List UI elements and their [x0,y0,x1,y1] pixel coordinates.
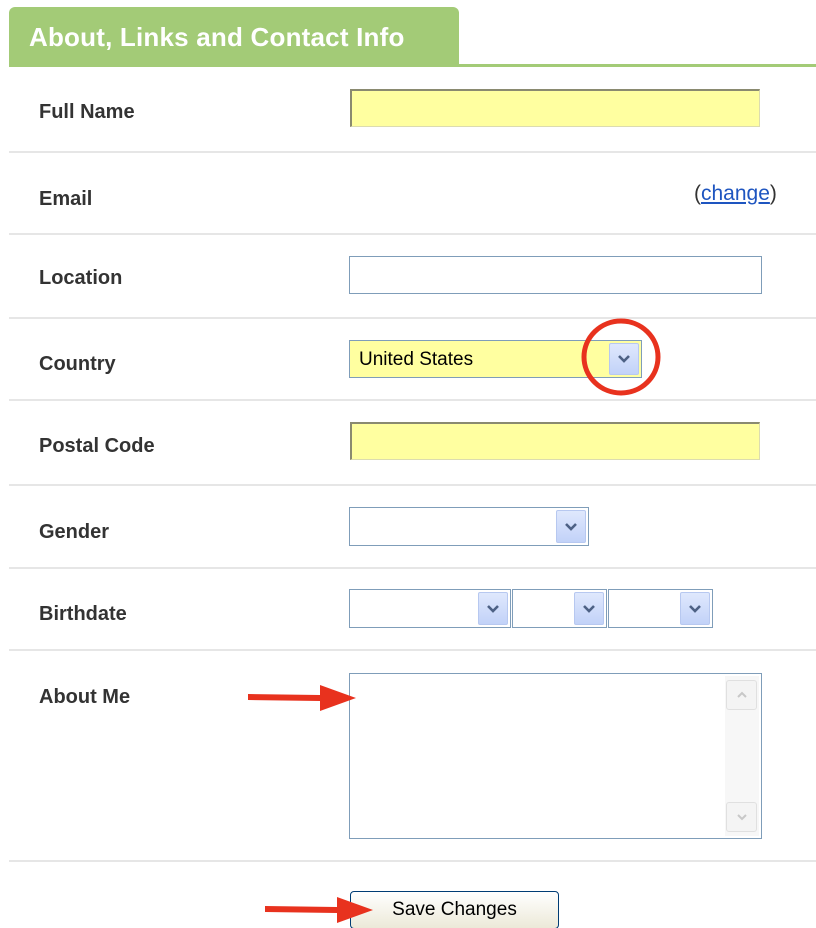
save-changes-button[interactable]: Save Changes [350,891,559,928]
chevron-down-icon [583,604,595,613]
red-circle-annotation [581,318,661,396]
email-change-link[interactable]: change [701,182,770,205]
birth-day-dropdown-button[interactable] [574,592,604,625]
section-tab-title: About, Links and Contact Info [29,22,405,52]
postal-code-label: Postal Code [39,435,155,457]
profile-edit-page: About, Links and Contact Info Full Name … [0,0,816,928]
row-divider [9,649,816,651]
email-label: Email [39,188,93,210]
birth-month-select[interactable] [349,589,511,628]
location-input[interactable] [349,256,762,294]
birth-day-select[interactable] [512,589,607,628]
section-tab[interactable]: About, Links and Contact Info [9,7,459,67]
birth-month-dropdown-button[interactable] [478,592,508,625]
postal-code-input[interactable] [350,422,760,460]
about-me-scrollbar[interactable] [725,676,759,836]
birth-year-select[interactable] [608,589,713,628]
scroll-up-button[interactable] [726,680,757,710]
row-divider [9,399,816,401]
row-divider [9,860,816,862]
row-divider [9,317,816,319]
row-divider [9,484,816,486]
row-divider [9,151,816,153]
chevron-down-icon [689,604,701,613]
chevron-down-icon [565,522,577,531]
full-name-input[interactable] [350,89,760,127]
scroll-down-button[interactable] [726,802,757,832]
red-arrow-icon [248,685,356,711]
scroll-up-arrow-icon [736,691,747,698]
row-divider [9,233,816,235]
location-label: Location [39,267,123,289]
gender-select[interactable] [349,507,589,546]
gender-dropdown-button[interactable] [556,510,586,543]
section-rule [9,64,816,67]
row-divider [9,567,816,569]
country-label: Country [39,353,116,375]
about-me-label: About Me [39,686,131,708]
email-change-wrapper: (change) [694,182,777,205]
red-arrow-icon [265,897,373,923]
chevron-down-icon [487,604,499,613]
birthdate-label: Birthdate [39,603,127,625]
scroll-down-arrow-icon [736,814,747,821]
birth-year-dropdown-button[interactable] [680,592,710,625]
full-name-label: Full Name [39,101,135,123]
gender-label: Gender [39,521,110,543]
country-selected-value: United States [359,349,474,370]
about-me-textarea[interactable] [349,673,762,839]
